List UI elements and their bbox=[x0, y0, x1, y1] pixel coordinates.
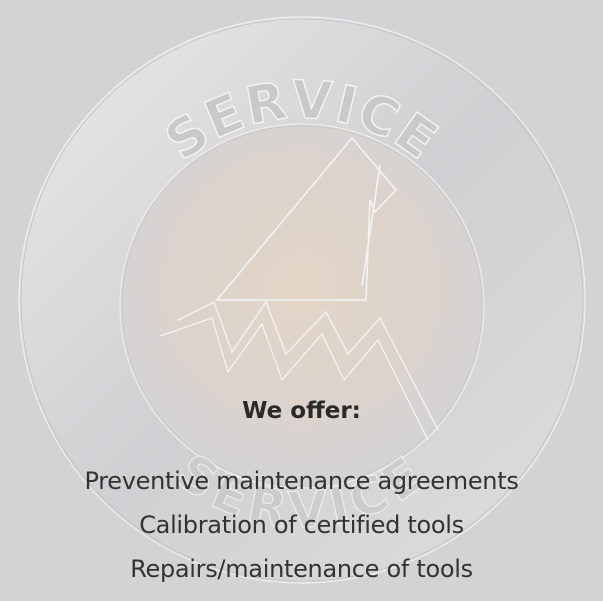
offer-item-repairs: Repairs/maintenance of tools bbox=[130, 555, 473, 583]
offer-item-preventive-maintenance: Preventive maintenance agreements bbox=[84, 467, 519, 495]
offer-list: Preventive maintenance agreements Calibr… bbox=[0, 459, 603, 591]
offer-heading: We offer: bbox=[242, 398, 361, 424]
offer-item-calibration: Calibration of certified tools bbox=[139, 511, 464, 539]
